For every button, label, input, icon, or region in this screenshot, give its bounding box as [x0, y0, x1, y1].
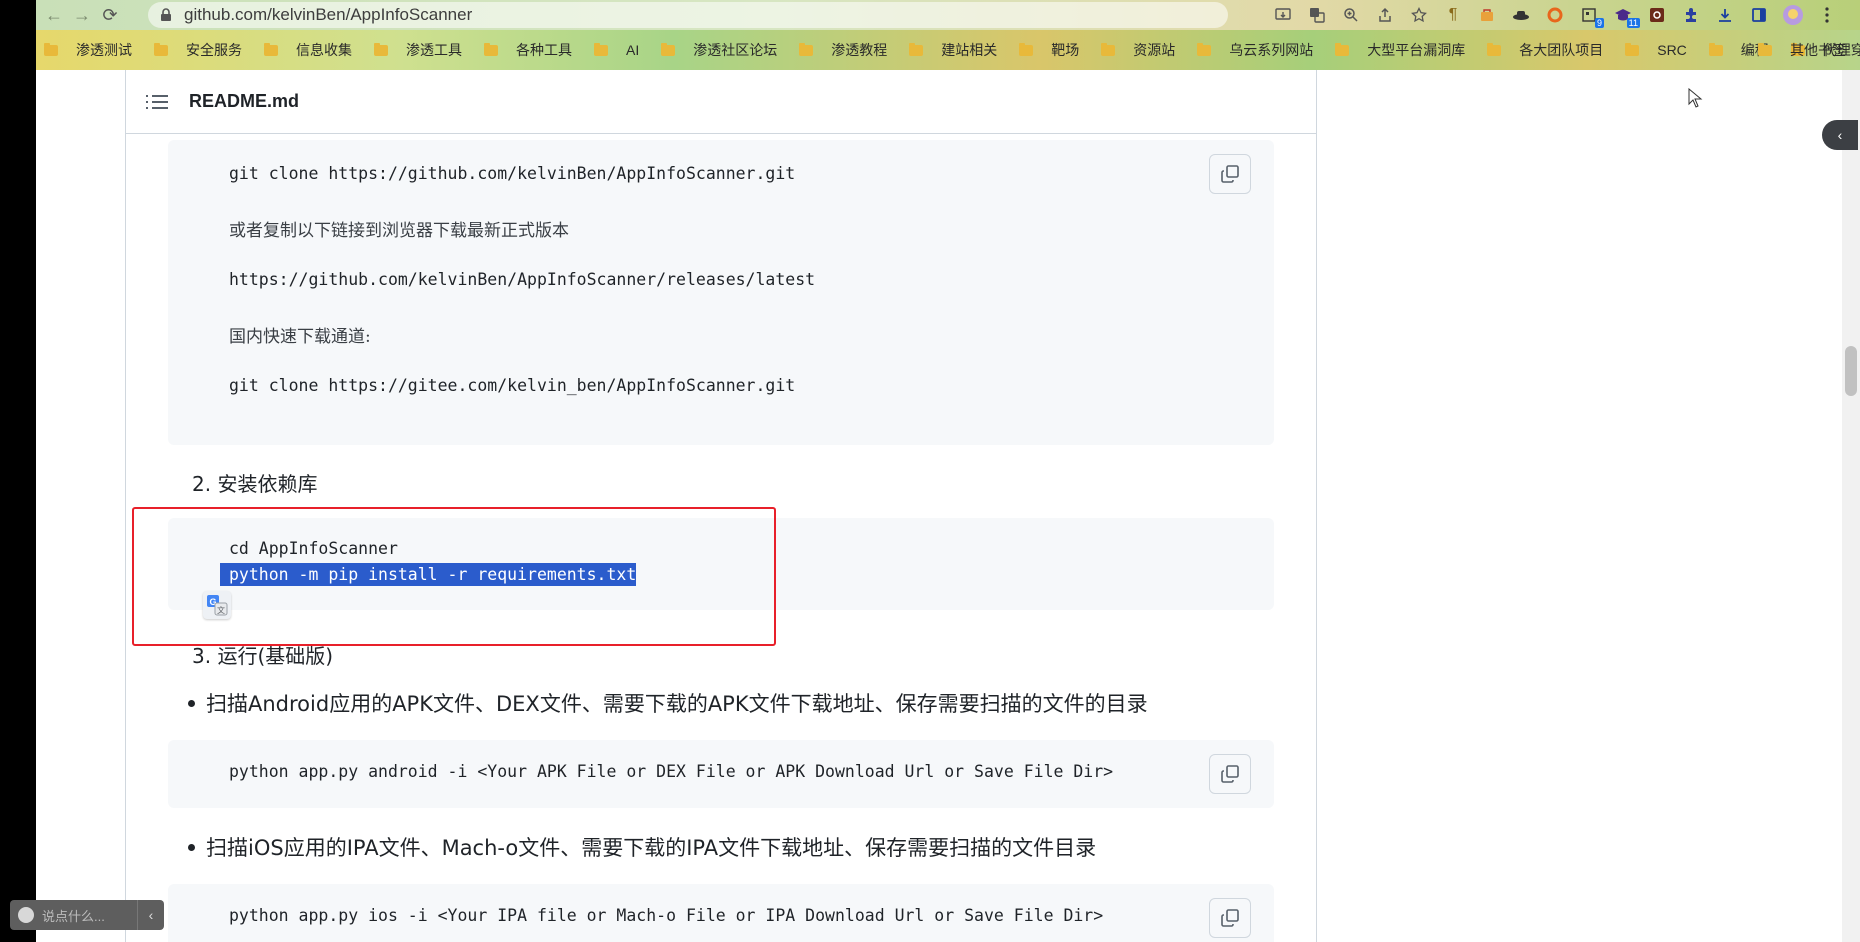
sidebar-icon[interactable]: [1742, 2, 1776, 28]
code-block-clone: git clone https://github.com/kelvinBen/A…: [168, 140, 1274, 445]
reload-button[interactable]: ⟳: [96, 1, 124, 29]
scrollbar-thumb[interactable]: [1845, 346, 1857, 396]
copy-button[interactable]: [1209, 154, 1251, 194]
share-icon[interactable]: [1368, 2, 1402, 28]
code-block-ios: python app.py ios -i <Your IPA file or M…: [168, 884, 1274, 942]
folder-icon: [264, 42, 278, 56]
bookmark-star-icon[interactable]: [1402, 2, 1436, 28]
install-icon[interactable]: [1266, 2, 1300, 28]
folder-icon: [1197, 42, 1212, 56]
folder-icon: [1019, 42, 1034, 56]
folder-icon: [1708, 42, 1723, 56]
mouse-cursor-icon: [1688, 88, 1703, 108]
browser-viewport: ← → ⟳ github.com/kelvinBen/AppInfoScanne…: [36, 0, 1860, 942]
collapse-sidebar-button[interactable]: ‹: [1822, 120, 1858, 150]
extensions-puzzle-icon[interactable]: [1674, 2, 1708, 28]
folder-icon: [1625, 42, 1640, 56]
bookmarks-bar: 渗透测试 安全服务 信息收集 渗透工具 各种工具 AI 渗透社区论坛 渗透教程 …: [36, 30, 1860, 70]
code-line: git clone https://gitee.com/kelvin_ben/A…: [229, 376, 796, 395]
folder-icon: [661, 42, 676, 56]
ext-qr-icon[interactable]: 9: [1572, 2, 1606, 28]
ext-hat-icon[interactable]: [1504, 2, 1538, 28]
ext-ring-icon[interactable]: [1538, 2, 1572, 28]
folder-icon: [1758, 42, 1772, 56]
forward-button[interactable]: →: [68, 1, 96, 29]
lock-icon: [160, 8, 174, 22]
profile-avatar-icon[interactable]: [1776, 2, 1810, 28]
bullet-android: 扫描Android应用的APK文件、DEX文件、需要下载的APK文件下载地址、保…: [188, 688, 1148, 718]
bookmark-folder[interactable]: 大型平台漏洞库: [1335, 40, 1465, 60]
code-line: 或者复制以下链接到浏览器下载最新正式版本: [229, 221, 569, 241]
folder-icon: [1487, 42, 1502, 56]
code-block-android: python app.py android -i <Your APK File …: [168, 740, 1274, 808]
page-content: README.md git clone https://github.com/k…: [36, 70, 1860, 942]
folder-icon: [44, 42, 58, 56]
bookmark-folder[interactable]: 靶场: [1019, 40, 1079, 60]
bullet-dot: [188, 699, 195, 707]
bookmark-folder[interactable]: 安全服务: [154, 40, 242, 60]
ext-badge: 11: [1626, 18, 1640, 28]
code-line: python app.py ios -i <Your IPA file or M…: [229, 906, 1104, 925]
bookmark-folder[interactable]: 渗透社区论坛: [661, 40, 777, 60]
comment-bar[interactable]: 说点什么... ‹: [10, 900, 164, 930]
copy-button[interactable]: [1209, 754, 1251, 794]
toolbar-icons: ¶ 9 11: [1266, 2, 1844, 28]
folder-icon: [1335, 42, 1350, 56]
code-line: https://github.com/kelvinBen/AppInfoScan…: [229, 270, 816, 289]
scrollbar[interactable]: [1842, 70, 1860, 942]
bullet-ios: 扫描iOS应用的IPA文件、Mach-o文件、需要下载的IPA文件下载地址、保存…: [188, 832, 1096, 862]
bookmark-folder[interactable]: 信息收集: [264, 40, 352, 60]
back-button[interactable]: ←: [40, 1, 68, 29]
download-icon[interactable]: [1708, 2, 1742, 28]
folder-icon: [909, 42, 924, 56]
folder-icon: [1101, 42, 1116, 56]
browser-toolbar: ← → ⟳ github.com/kelvinBen/AppInfoScanne…: [36, 0, 1860, 30]
folder-icon: [484, 42, 498, 56]
other-bookmarks[interactable]: 其他书签: [1758, 40, 1846, 60]
annotation-highlight-box: [132, 507, 776, 646]
bookmark-folder[interactable]: 渗透工具: [374, 40, 462, 60]
bookmark-folder[interactable]: 资源站: [1101, 40, 1175, 60]
bookmark-folder[interactable]: 渗透测试: [44, 40, 132, 60]
folder-icon: [594, 42, 608, 56]
copy-icon: [1221, 909, 1239, 927]
chevron-left-icon: ‹: [1837, 127, 1843, 143]
emoji-icon[interactable]: [18, 907, 34, 923]
bookmark-folder[interactable]: 渗透教程: [799, 40, 887, 60]
bullet-dot: [188, 843, 195, 851]
menu-kebab-icon[interactable]: [1810, 2, 1844, 28]
address-bar[interactable]: github.com/kelvinBen/AppInfoScanner: [148, 2, 1228, 28]
bookmark-folder[interactable]: 各大团队项目: [1487, 40, 1603, 60]
step-3-heading: 3. 运行(基础版): [192, 644, 334, 668]
code-line: python app.py android -i <Your APK File …: [229, 762, 1114, 781]
comment-input[interactable]: 说点什么...: [42, 906, 105, 925]
ext-office-icon[interactable]: [1640, 2, 1674, 28]
code-line: 国内快速下载通道:: [229, 327, 371, 347]
copy-icon: [1221, 765, 1239, 783]
folder-icon: [799, 42, 814, 56]
readme-panel: README.md git clone https://github.com/k…: [125, 70, 1317, 942]
bookmark-folder[interactable]: 建站相关: [909, 40, 997, 60]
chevron-left-icon[interactable]: ‹: [138, 907, 164, 923]
copy-button[interactable]: [1209, 898, 1251, 938]
step-2-heading: 2. 安装依赖库: [192, 472, 318, 496]
bookmark-folder[interactable]: 乌云系列网站: [1197, 40, 1313, 60]
url-text: github.com/kelvinBen/AppInfoScanner: [184, 5, 473, 24]
ext-grad-icon[interactable]: 11: [1606, 2, 1640, 28]
code-line: git clone https://github.com/kelvinBen/A…: [229, 164, 796, 183]
paragraph-ext-icon[interactable]: ¶: [1436, 2, 1470, 28]
copy-icon: [1221, 165, 1239, 183]
translate-icon[interactable]: [1300, 2, 1334, 28]
bookmark-folder[interactable]: AI: [594, 42, 639, 58]
ext-badge: 9: [1594, 18, 1604, 28]
readme-header: README.md: [126, 70, 1316, 134]
ext-bag-icon[interactable]: [1470, 2, 1504, 28]
zoom-icon[interactable]: [1334, 2, 1368, 28]
folder-icon: [374, 42, 388, 56]
bookmark-folder[interactable]: SRC: [1625, 42, 1687, 58]
outline-list-icon[interactable]: [146, 91, 168, 113]
folder-icon: [154, 42, 168, 56]
bookmark-folder[interactable]: 各种工具: [484, 40, 572, 60]
readme-title: README.md: [189, 91, 300, 111]
